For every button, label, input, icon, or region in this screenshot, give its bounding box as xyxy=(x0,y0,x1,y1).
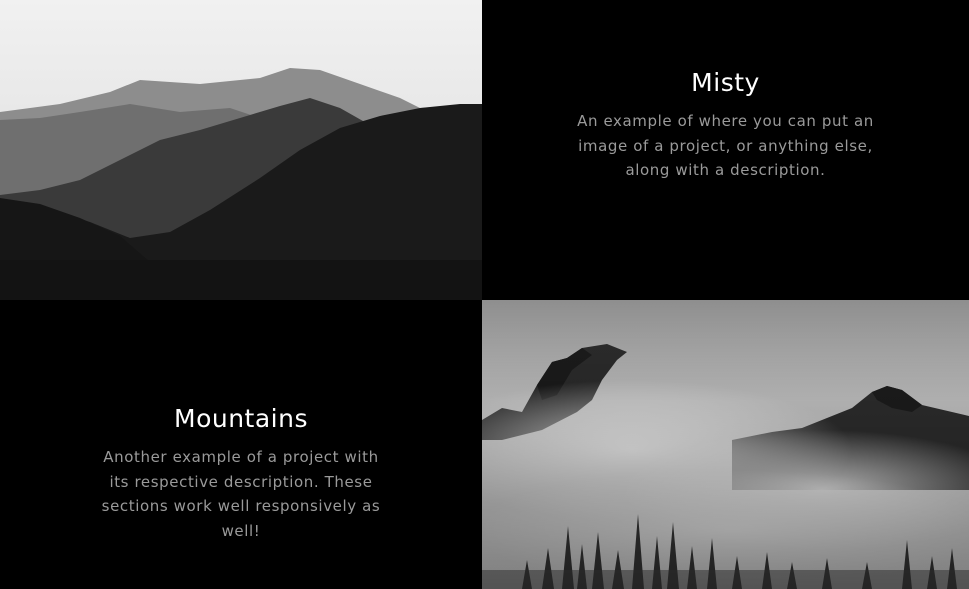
mountains-image xyxy=(482,300,969,589)
misty-hills-image xyxy=(0,0,482,300)
project-grid: Misty An example of where you can put an… xyxy=(0,0,969,589)
misty-description: An example of where you can put an image… xyxy=(577,112,874,179)
misty-hills-picture xyxy=(0,0,482,300)
mountains-section: Mountains Another example of a project w… xyxy=(0,300,482,589)
mountains-title: Mountains xyxy=(174,404,308,433)
mountains-description: Another example of a project with its re… xyxy=(101,448,381,540)
foggy-mountains-picture xyxy=(482,300,969,589)
misty-title: Misty xyxy=(691,68,760,97)
misty-section: Misty An example of where you can put an… xyxy=(482,0,969,300)
